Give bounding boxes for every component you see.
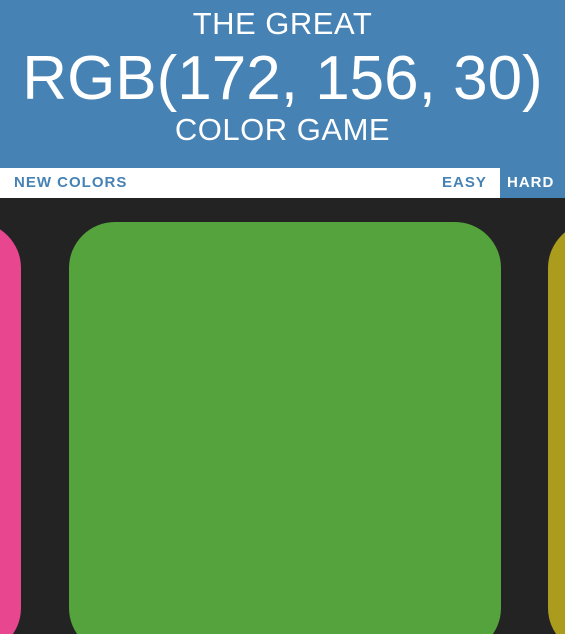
color-square-3[interactable] (548, 222, 565, 634)
color-square-board (0, 198, 565, 634)
color-square-2[interactable] (69, 222, 501, 634)
color-square-1[interactable] (0, 222, 21, 634)
header: THE GREAT RGB(172, 156, 30) COLOR GAME (0, 0, 565, 168)
target-rgb-display: RGB(172, 156, 30) (22, 44, 543, 113)
hard-mode-button[interactable]: HARD (500, 168, 565, 198)
title-line-1: THE GREAT (192, 6, 373, 41)
new-colors-button[interactable]: NEW COLORS (14, 168, 127, 198)
title-line-2: COLOR GAME (174, 112, 391, 147)
easy-mode-button[interactable]: EASY (442, 168, 487, 198)
control-stripe: NEW COLORS EASY HARD (0, 168, 565, 198)
